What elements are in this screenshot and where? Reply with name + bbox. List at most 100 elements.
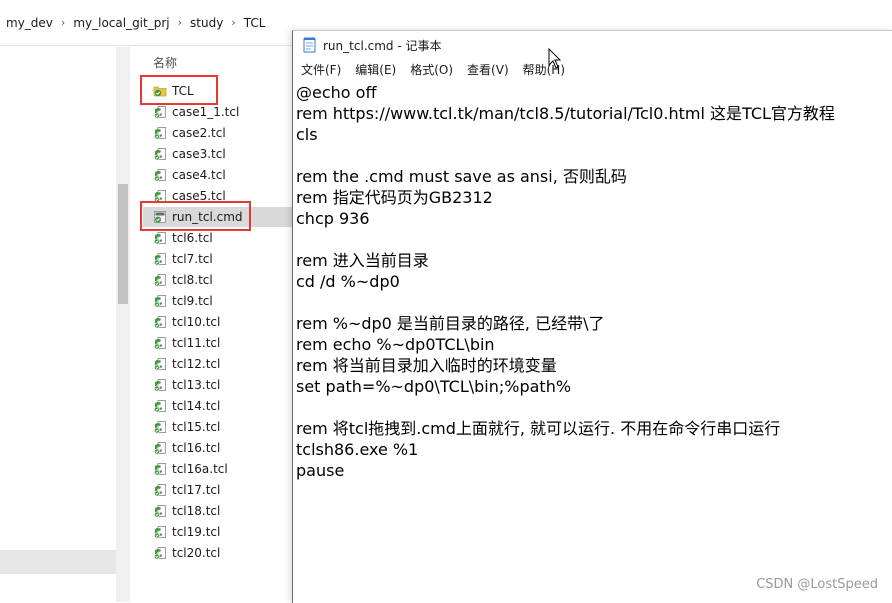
file-item[interactable]: tcl12.tcl: [153, 354, 220, 374]
file-name-label: tcl15.tcl: [172, 420, 221, 434]
menu-item[interactable]: 查看(V): [467, 61, 509, 78]
text-line: rem https://www.tcl.tk/man/tcl8.5/tutori…: [296, 104, 835, 123]
file-name-label: case1_1.tcl: [172, 105, 240, 119]
text-line: cls: [296, 125, 318, 144]
breadcrumb-item[interactable]: TCL: [244, 16, 266, 30]
file-item[interactable]: tcl19.tcl: [153, 522, 220, 542]
text-line: set path=%~dp0\TCL\bin;%path%: [296, 377, 572, 396]
notepad-window[interactable]: run_tcl.cmd - 记事本 文件(F) 编辑(E) 格式(O) 查看(V) 帮助…: [292, 30, 892, 603]
file-item[interactable]: tcl16.tcl: [153, 438, 220, 458]
tcl-file-icon: [153, 441, 167, 455]
file-name-label: tcl13.tcl: [172, 378, 221, 392]
file-name-label: case3.tcl: [172, 147, 226, 161]
nav-scrollbar-thumb[interactable]: [118, 184, 128, 304]
file-item[interactable]: tcl13.tcl: [153, 375, 220, 395]
file-list-pane: 名称 TCL case1_1.tcl case2.tcl case3.tcl case4…: [131, 47, 292, 602]
file-item[interactable]: tcl18.tcl: [153, 501, 220, 521]
cmd-file-icon: [153, 210, 167, 224]
file-item[interactable]: tcl7.tcl: [153, 249, 213, 269]
file-item[interactable]: tcl16a.tcl: [153, 459, 228, 479]
column-header-name[interactable]: 名称: [153, 54, 177, 71]
file-name-label: tcl16a.tcl: [172, 462, 228, 476]
file-item[interactable]: tcl15.tcl: [153, 417, 220, 437]
tcl-file-icon: [153, 483, 167, 497]
text-line: rem 指定代码页为GB2312: [296, 188, 493, 207]
file-name-label: run_tcl.cmd: [172, 210, 243, 224]
text-line: rem echo %~dp0TCL\bin: [296, 335, 495, 354]
menu-item[interactable]: 编辑(E): [355, 61, 396, 78]
file-item[interactable]: tcl17.tcl: [153, 480, 220, 500]
file-name-label: tcl8.tcl: [172, 273, 213, 287]
breadcrumb-item[interactable]: my_dev: [6, 16, 53, 30]
text-line: tclsh86.exe %1: [296, 440, 419, 459]
file-name-label: tcl12.tcl: [172, 357, 221, 371]
tcl-file-icon: [153, 462, 167, 476]
file-name-label: TCL: [172, 84, 194, 98]
notepad-title-bar[interactable]: run_tcl.cmd - 记事本: [293, 31, 892, 59]
tcl-file-icon: [153, 357, 167, 371]
file-item[interactable]: tcl20.tcl: [153, 543, 220, 563]
file-name-label: tcl16.tcl: [172, 441, 221, 455]
text-line: [296, 292, 886, 313]
text-line: pause: [296, 461, 345, 480]
file-item[interactable]: tcl11.tcl: [153, 333, 220, 353]
file-name-label: case2.tcl: [172, 126, 226, 140]
breadcrumb-item[interactable]: my_local_git_prj: [73, 16, 169, 30]
file-item[interactable]: tcl10.tcl: [153, 312, 220, 332]
file-name-label: tcl7.tcl: [172, 252, 213, 266]
file-name-label: tcl20.tcl: [172, 546, 221, 560]
breadcrumb-chevron-icon[interactable]: ›: [178, 16, 182, 29]
file-item[interactable]: case3.tcl: [153, 144, 226, 164]
navigation-pane[interactable]: [0, 47, 116, 602]
text-line: [296, 397, 886, 418]
file-name-label: tcl18.tcl: [172, 504, 221, 518]
notepad-icon: [303, 37, 316, 53]
file-item[interactable]: run_tcl.cmd: [143, 207, 292, 227]
file-item[interactable]: case5.tcl: [153, 186, 226, 206]
tcl-file-icon: [153, 378, 167, 392]
text-line: @echo off: [296, 83, 377, 102]
file-name-label: tcl9.tcl: [172, 294, 213, 308]
breadcrumb-chevron-icon[interactable]: ›: [61, 16, 65, 29]
nav-selected-item[interactable]: [0, 550, 116, 574]
folder-icon: [153, 84, 167, 98]
tcl-file-icon: [153, 336, 167, 350]
notepad-menu-bar: 文件(F) 编辑(E) 格式(O) 查看(V) 帮助(H): [293, 59, 892, 79]
file-item[interactable]: tcl14.tcl: [153, 396, 220, 416]
text-line: cd /d %~dp0: [296, 272, 400, 291]
watermark: CSDN @LostSpeed: [756, 577, 878, 592]
file-name-label: tcl6.tcl: [172, 231, 213, 245]
text-line: chcp 936: [296, 209, 370, 228]
breadcrumb-chevron-icon[interactable]: ›: [231, 16, 235, 29]
text-line: rem 将当前目录加入临时的环境变量: [296, 356, 557, 375]
text-line: rem %~dp0 是当前目录的路径, 已经带\了: [296, 314, 605, 333]
tcl-file-icon: [153, 273, 167, 287]
breadcrumb-item[interactable]: study: [190, 16, 223, 30]
text-line: rem 进入当前目录: [296, 251, 429, 270]
folder-item[interactable]: TCL: [153, 81, 194, 101]
file-item[interactable]: tcl9.tcl: [153, 291, 213, 311]
tcl-file-icon: [153, 126, 167, 140]
text-line: [296, 229, 886, 250]
notepad-text-area[interactable]: @echo off rem https://www.tcl.tk/man/tcl8…: [296, 82, 886, 597]
text-line: rem the .cmd must save as ansi, 否则乱码: [296, 167, 627, 186]
tcl-file-icon: [153, 252, 167, 266]
tcl-file-icon: [153, 168, 167, 182]
tcl-file-icon: [153, 147, 167, 161]
text-line: rem 将tcl拖拽到.cmd上面就行, 就可以运行. 不用在命令行串口运行: [296, 419, 781, 438]
tcl-file-icon: [153, 546, 167, 560]
file-name-label: tcl14.tcl: [172, 399, 221, 413]
file-item[interactable]: case1_1.tcl: [153, 102, 239, 122]
nav-scrollbar[interactable]: [116, 47, 130, 602]
file-item[interactable]: tcl8.tcl: [153, 270, 213, 290]
file-item[interactable]: tcl6.tcl: [153, 228, 213, 248]
file-item[interactable]: case2.tcl: [153, 123, 226, 143]
tcl-file-icon: [153, 105, 167, 119]
menu-item[interactable]: 格式(O): [410, 61, 453, 78]
file-name-label: case5.tcl: [172, 189, 226, 203]
file-name-label: tcl19.tcl: [172, 525, 221, 539]
menu-item[interactable]: 文件(F): [301, 61, 341, 78]
mouse-cursor-icon: [548, 48, 562, 69]
tcl-file-icon: [153, 525, 167, 539]
file-item[interactable]: case4.tcl: [153, 165, 226, 185]
